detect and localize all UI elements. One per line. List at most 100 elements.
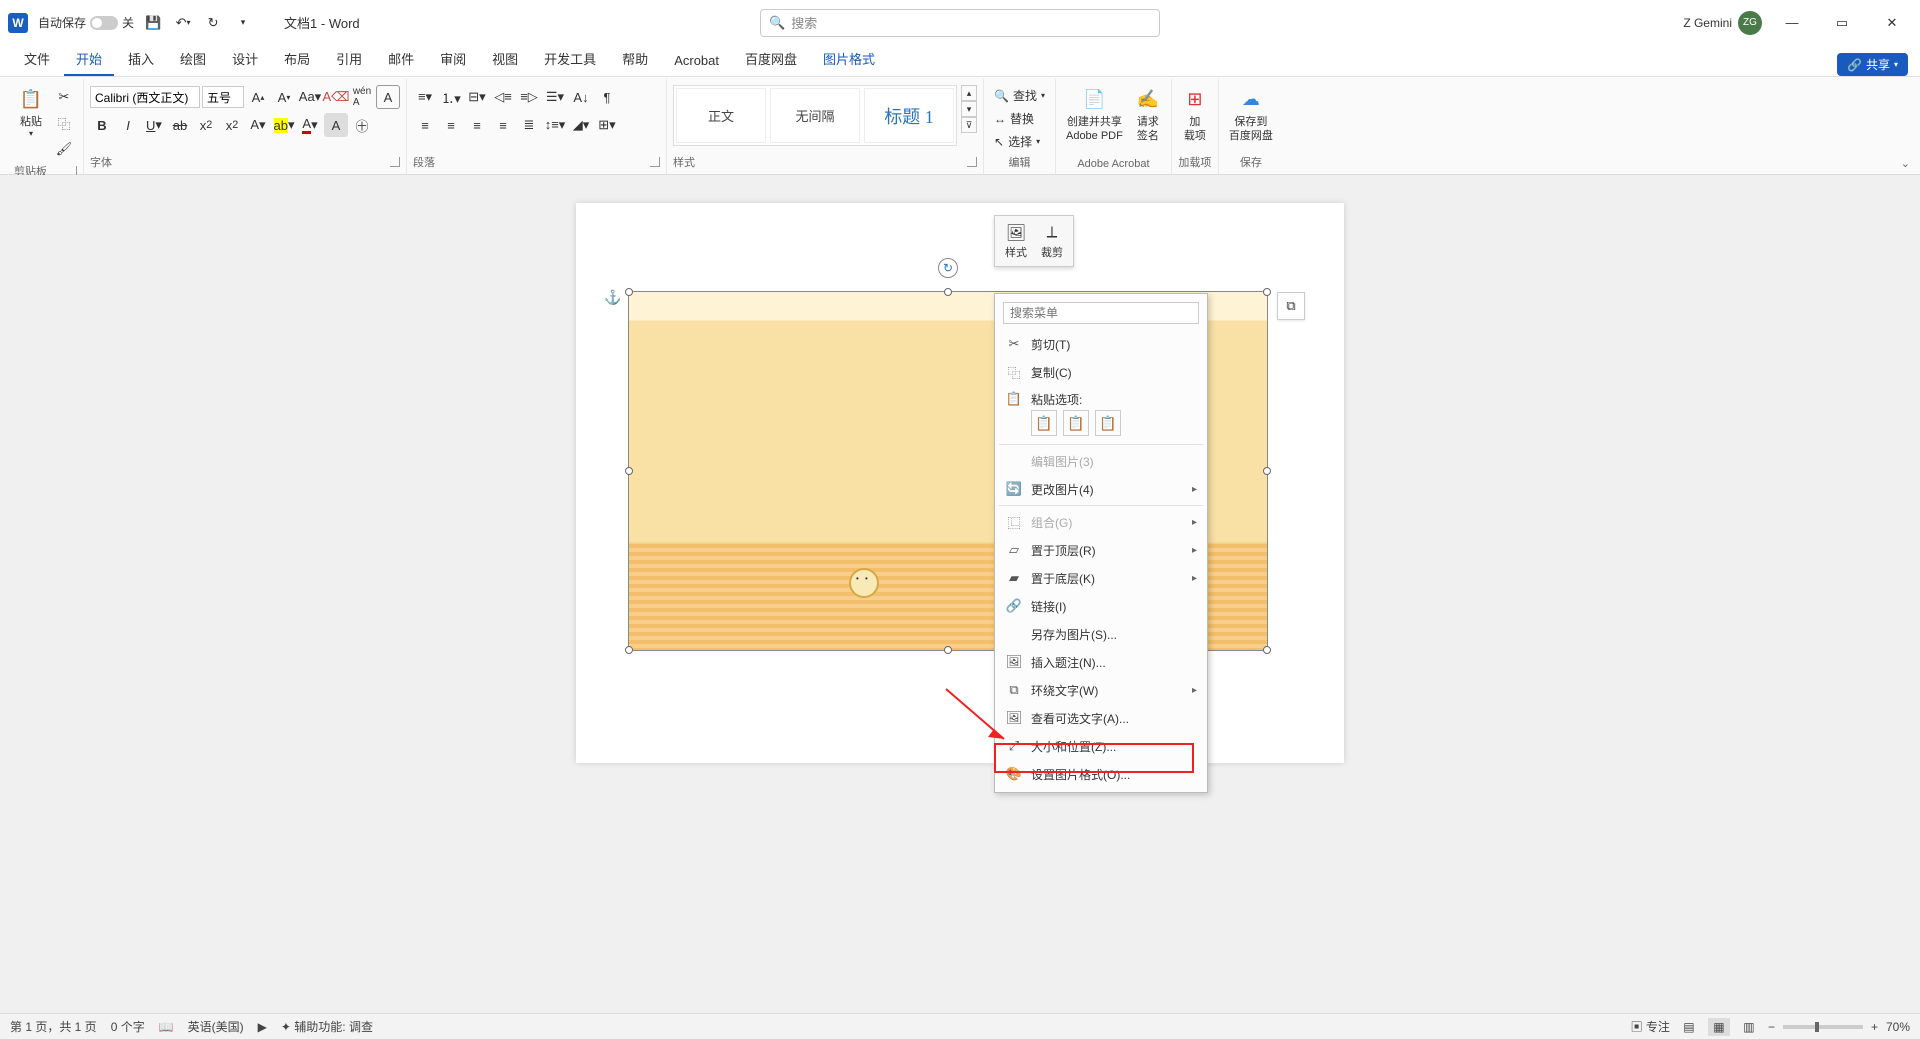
gallery-down-button[interactable]: ▾ — [961, 101, 977, 117]
user-account[interactable]: Z Gemini ZG — [1683, 11, 1762, 35]
tab-references[interactable]: 引用 — [324, 43, 374, 76]
search-box[interactable]: 🔍 搜索 — [760, 9, 1160, 37]
create-pdf-button[interactable]: 📄创建并共享 Adobe PDF — [1062, 85, 1127, 146]
print-layout-button[interactable]: ▦ — [1708, 1018, 1730, 1036]
tab-file[interactable]: 文件 — [12, 43, 62, 76]
tab-acrobat[interactable]: Acrobat — [662, 47, 731, 76]
addins-button[interactable]: ⊞加 载项 — [1178, 85, 1212, 146]
align-right-button[interactable]: ≡ — [465, 113, 489, 137]
resize-handle-tl[interactable] — [625, 288, 633, 296]
highlight-button[interactable]: ab▾ — [272, 113, 296, 137]
bold-button[interactable]: B — [90, 113, 114, 137]
menu-insert-caption[interactable]: 🖼插入题注(N)... — [995, 648, 1207, 676]
phonetic-button[interactable]: wénA — [350, 85, 374, 109]
borders-button[interactable]: ⊞▾ — [595, 113, 619, 137]
resize-handle-ml[interactable] — [625, 467, 633, 475]
spell-check-icon[interactable]: 📖 — [159, 1020, 174, 1034]
strike-button[interactable]: ab — [168, 113, 192, 137]
find-button[interactable]: 🔍查找▾ — [990, 85, 1049, 106]
menu-link[interactable]: 🔗链接(I) — [995, 592, 1207, 620]
style-heading1[interactable]: 标题 1 — [864, 88, 954, 143]
tab-view[interactable]: 视图 — [480, 43, 530, 76]
decrease-indent-button[interactable]: ◁≡ — [491, 85, 515, 109]
gallery-more-button[interactable]: ⊽ — [961, 117, 977, 133]
styles-gallery[interactable]: 正文 无间隔 标题 1 — [673, 85, 957, 146]
resize-handle-bl[interactable] — [625, 646, 633, 654]
align-center-button[interactable]: ≡ — [439, 113, 463, 137]
resize-handle-bm[interactable] — [944, 646, 952, 654]
minimize-button[interactable]: — — [1772, 8, 1812, 38]
underline-button[interactable]: U▾ — [142, 113, 166, 137]
language-indicator[interactable]: 英语(美国) — [188, 1018, 244, 1035]
resize-handle-br[interactable] — [1263, 646, 1271, 654]
asian-layout-button[interactable]: ☰▾ — [543, 85, 567, 109]
font-size-input[interactable] — [202, 86, 244, 108]
superscript-button[interactable]: x2 — [220, 113, 244, 137]
zoom-level[interactable]: 70% — [1886, 1020, 1910, 1034]
resize-handle-mr[interactable] — [1263, 467, 1271, 475]
rotate-handle[interactable]: ↻ — [938, 258, 958, 278]
menu-format-picture[interactable]: 🎨设置图片格式(O)... — [995, 760, 1207, 788]
tab-draw[interactable]: 绘图 — [168, 43, 218, 76]
tab-help[interactable]: 帮助 — [610, 43, 660, 76]
mini-crop-button[interactable]: ⟂裁剪 — [1035, 220, 1069, 262]
italic-button[interactable]: I — [116, 113, 140, 137]
char-shading-button[interactable]: A — [324, 113, 348, 137]
line-spacing-button[interactable]: ↕≡▾ — [543, 113, 567, 137]
sort-button[interactable]: A↓ — [569, 85, 593, 109]
save-baidu-button[interactable]: ☁保存到 百度网盘 — [1225, 85, 1277, 146]
tab-developer[interactable]: 开发工具 — [532, 43, 608, 76]
word-count[interactable]: 0 个字 — [111, 1018, 145, 1035]
zoom-out-button[interactable]: − — [1768, 1020, 1775, 1034]
distributed-button[interactable]: ≣ — [517, 113, 541, 137]
copy-button[interactable]: ⿻ — [52, 111, 76, 135]
mini-style-button[interactable]: 🖼样式 — [999, 220, 1033, 262]
shrink-font-button[interactable]: A▾ — [272, 85, 296, 109]
font-name-input[interactable] — [90, 86, 200, 108]
increase-indent-button[interactable]: ≡▷ — [517, 85, 541, 109]
tab-design[interactable]: 设计 — [220, 43, 270, 76]
document-area[interactable]: ⚓ ↻ ⧉ 🖼样式 ⟂裁剪 ✂剪切(T) ⿻复制 — [0, 175, 1920, 1013]
bullets-button[interactable]: ≡▾ — [413, 85, 437, 109]
macro-icon[interactable]: ▶ — [258, 1020, 267, 1034]
enclose-char-button[interactable]: ㊉ — [350, 113, 374, 137]
menu-bring-front[interactable]: ▱置于顶层(R)▸ — [995, 536, 1207, 564]
format-painter-button[interactable]: 🖌 — [52, 137, 76, 161]
accessibility-indicator[interactable]: ✦ 辅助功能: 调查 — [281, 1018, 373, 1035]
gallery-up-button[interactable]: ▴ — [961, 85, 977, 101]
tab-baidu[interactable]: 百度网盘 — [733, 43, 809, 76]
multilevel-button[interactable]: ⊟▾ — [465, 85, 489, 109]
qat-customize-button[interactable]: ▾ — [232, 12, 254, 34]
show-marks-button[interactable]: ¶ — [595, 85, 619, 109]
redo-button[interactable]: ↻ — [202, 12, 224, 34]
menu-save-as-picture[interactable]: 另存为图片(S)... — [995, 620, 1207, 648]
collapse-ribbon-button[interactable]: ⌄ — [1901, 157, 1910, 170]
menu-copy[interactable]: ⿻复制(C) — [995, 358, 1207, 386]
menu-change-picture[interactable]: 🔄更改图片(4)▸ — [995, 475, 1207, 503]
page-indicator[interactable]: 第 1 页，共 1 页 — [10, 1018, 97, 1035]
shading-button[interactable]: ◢▾ — [569, 113, 593, 137]
maximize-button[interactable]: ▭ — [1822, 8, 1862, 38]
subscript-button[interactable]: x2 — [194, 113, 218, 137]
text-effects-button[interactable]: A▾ — [246, 113, 270, 137]
style-nospace[interactable]: 无间隔 — [770, 88, 860, 143]
select-button[interactable]: ↖选择▾ — [990, 131, 1049, 152]
cut-button[interactable]: ✂ — [52, 85, 76, 109]
paste-picture[interactable]: 📋 — [1095, 410, 1121, 436]
replace-button[interactable]: ↔替换 — [990, 108, 1049, 129]
paste-button[interactable]: 📋 粘贴 ▾ — [14, 85, 48, 142]
toggle-switch-icon[interactable] — [90, 16, 118, 30]
clear-format-button[interactable]: A⌫ — [324, 85, 348, 109]
tab-picture-format[interactable]: 图片格式 — [811, 43, 887, 76]
menu-wrap-text[interactable]: ⧉环绕文字(W)▸ — [995, 676, 1207, 704]
read-mode-button[interactable]: ▤ — [1678, 1018, 1700, 1036]
web-layout-button[interactable]: ▥ — [1738, 1018, 1760, 1036]
menu-search-input[interactable] — [1003, 302, 1199, 324]
resize-handle-tr[interactable] — [1263, 288, 1271, 296]
focus-mode-button[interactable]: ▣ 专注 — [1631, 1018, 1670, 1035]
tab-review[interactable]: 审阅 — [428, 43, 478, 76]
font-color-button[interactable]: A▾ — [298, 113, 322, 137]
tab-layout[interactable]: 布局 — [272, 43, 322, 76]
layout-options-button[interactable]: ⧉ — [1277, 292, 1305, 320]
grow-font-button[interactable]: A▴ — [246, 85, 270, 109]
